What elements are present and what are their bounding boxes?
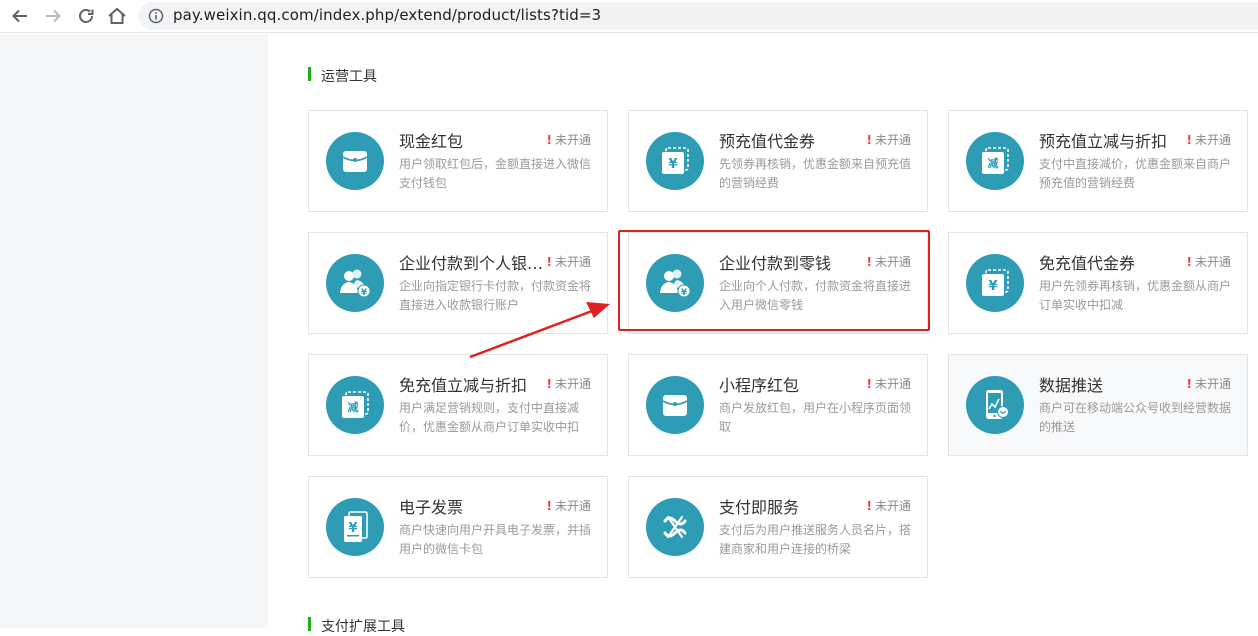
product-name: 免充值立减与折扣: [399, 376, 528, 395]
product-card-free-coupon[interactable]: ¥ 免充值代金券 ! 未开通 用户先领券再核销，优惠金额从商户订单实收中扣减: [948, 232, 1248, 334]
info-icon: [148, 8, 164, 24]
svg-text:¥: ¥: [348, 521, 357, 536]
product-description: 支付后为用户推送服务人员名片，搭建商家和用户连接的桥梁: [719, 523, 912, 556]
section-accent-bar: [308, 67, 311, 81]
status-badge: ! 未开通: [546, 377, 592, 391]
product-name: 电子发票: [399, 498, 464, 517]
svg-text:减: 减: [348, 400, 359, 414]
product-card-pay-to-bank[interactable]: ¥ 企业付款到个人银… ! 未开通 企业向指定银行卡付款，付款资金将直接进入收款银…: [308, 232, 608, 334]
svg-text:¥: ¥: [681, 288, 688, 298]
product-card-free-discount[interactable]: 减 免充值立减与折扣 ! 未开通 用户满足营销规则，支付中直接减价，优惠金额从商户…: [308, 354, 608, 456]
warning-icon: !: [546, 133, 552, 147]
product-description: 企业向指定银行卡付款，付款资金将直接进入收款银行账户: [399, 279, 592, 312]
section-accent-bar: [308, 617, 311, 631]
status-badge: ! 未开通: [866, 377, 912, 391]
product-name: 现金红包: [399, 132, 464, 151]
status-badge: ! 未开通: [866, 133, 912, 147]
yuan-coupon-icon: ¥: [966, 254, 1024, 312]
svg-text:¥: ¥: [361, 288, 368, 298]
product-name: 预充值立减与折扣: [1039, 132, 1168, 151]
product-card-cash-red-envelope[interactable]: 现金红包 ! 未开通 用户领取红包后，金额直接进入微信支付钱包: [308, 110, 608, 212]
product-description: 商户可在移动端公众号收到经营数据的推送: [1039, 401, 1232, 434]
status-badge: ! 未开通: [546, 255, 592, 269]
yuan-coupon-icon: ¥: [646, 132, 704, 190]
address-bar[interactable]: pay.weixin.qq.com/index.php/extend/produ…: [138, 2, 1258, 30]
warning-icon: !: [1186, 255, 1192, 269]
product-card-prepaid-discount[interactable]: 减 预充值立减与折扣 ! 未开通 支付中直接减价，优惠金额来自商户预充值的营销经费: [948, 110, 1248, 212]
product-card-data-push[interactable]: 数据推送 ! 未开通 商户可在移动端公众号收到经营数据的推送: [948, 354, 1248, 456]
url-text: pay.weixin.qq.com/index.php/extend/produ…: [173, 6, 602, 24]
warning-icon: !: [546, 499, 552, 513]
product-card-miniprogram-red-envelope[interactable]: 小程序红包 ! 未开通 商户发放红包，用户在小程序页面领取: [628, 354, 928, 456]
discount-coupon-icon: 减: [966, 132, 1024, 190]
status-badge: ! 未开通: [546, 499, 592, 513]
section-title-text: 运营工具: [321, 69, 377, 85]
red-envelope-icon: [326, 132, 384, 190]
product-card-prepaid-coupon[interactable]: ¥ 预充值代金券 ! 未开通 先领券再核销，优惠金额来自预充值的营销经费: [628, 110, 928, 212]
reload-button[interactable]: [74, 5, 98, 27]
product-description: 商户快速向用户开具电子发票，并插用户的微信卡包: [399, 523, 592, 556]
warning-icon: !: [546, 255, 552, 269]
warning-icon: !: [866, 255, 872, 269]
product-name: 小程序红包: [719, 376, 800, 395]
product-description: 用户满足营销规则，支付中直接减价，优惠金额从商户订单实收中扣: [399, 401, 580, 434]
product-card-pay-to-balance[interactable]: ¥ 企业付款到零钱 ! 未开通 企业向个人付款，付款资金将直接进入用户微信零钱: [628, 232, 928, 334]
warning-icon: !: [546, 377, 552, 391]
product-name: 数据推送: [1039, 376, 1104, 395]
svg-text:减: 减: [988, 156, 999, 170]
section-title-text: 支付扩展工具: [321, 619, 405, 635]
status-badge: ! 未开通: [866, 499, 912, 513]
product-description: 用户先领券再核销，优惠金额从商户订单实收中扣减: [1039, 279, 1232, 312]
status-badge: ! 未开通: [1186, 133, 1232, 147]
product-description: 商户发放红包，用户在小程序页面领取: [719, 401, 912, 434]
product-card-pay-as-service[interactable]: 支付即服务 ! 未开通 支付后为用户推送服务人员名片，搭建商家和用户连接的桥梁: [628, 476, 928, 578]
users-yuan-icon: ¥: [646, 254, 704, 312]
product-description: 先领券再核销，优惠金额来自预充值的营销经费: [719, 157, 912, 190]
phone-chart-icon: [966, 376, 1024, 434]
product-name: 支付即服务: [719, 498, 800, 517]
invoice-icon: ¥: [326, 498, 384, 556]
product-name: 免充值代金券: [1039, 254, 1136, 273]
service-link-icon: [646, 498, 704, 556]
warning-icon: !: [1186, 377, 1192, 391]
warning-icon: !: [1186, 133, 1192, 147]
product-description: 企业向个人付款，付款资金将直接进入用户微信零钱: [719, 279, 912, 312]
home-icon: [108, 7, 126, 24]
product-name: 企业付款到个人银…: [399, 254, 544, 273]
product-description: 用户领取红包后，金额直接进入微信支付钱包: [399, 157, 592, 190]
users-yuan-icon: ¥: [326, 254, 384, 312]
red-envelope-icon: [646, 376, 704, 434]
arrow-left-icon: [12, 9, 27, 23]
product-description: 支付中直接减价，优惠金额来自商户预充值的营销经费: [1039, 157, 1232, 190]
svg-text:¥: ¥: [668, 157, 677, 172]
warning-icon: !: [866, 377, 872, 391]
product-name: 企业付款到零钱: [719, 254, 832, 273]
arrow-right-icon: [46, 9, 61, 23]
warning-icon: !: [866, 133, 872, 147]
status-badge: ! 未开通: [546, 133, 592, 147]
reload-icon: [79, 9, 94, 23]
discount-coupon-icon: 减: [326, 376, 384, 434]
status-badge: ! 未开通: [1186, 377, 1232, 391]
status-badge: ! 未开通: [1186, 255, 1232, 269]
product-card-e-invoice[interactable]: ¥ 电子发票 ! 未开通 商户快速向用户开具电子发票，并插用户的微信卡包: [308, 476, 608, 578]
home-button[interactable]: [105, 5, 129, 27]
forward-button[interactable]: [41, 5, 65, 27]
warning-icon: !: [866, 499, 872, 513]
status-badge: ! 未开通: [866, 255, 912, 269]
left-sidebar: [0, 34, 268, 628]
browser-toolbar: pay.weixin.qq.com/index.php/extend/produ…: [0, 0, 1258, 33]
product-name: 预充值代金券: [719, 132, 816, 151]
back-button[interactable]: [8, 5, 32, 27]
svg-text:¥: ¥: [988, 279, 997, 294]
